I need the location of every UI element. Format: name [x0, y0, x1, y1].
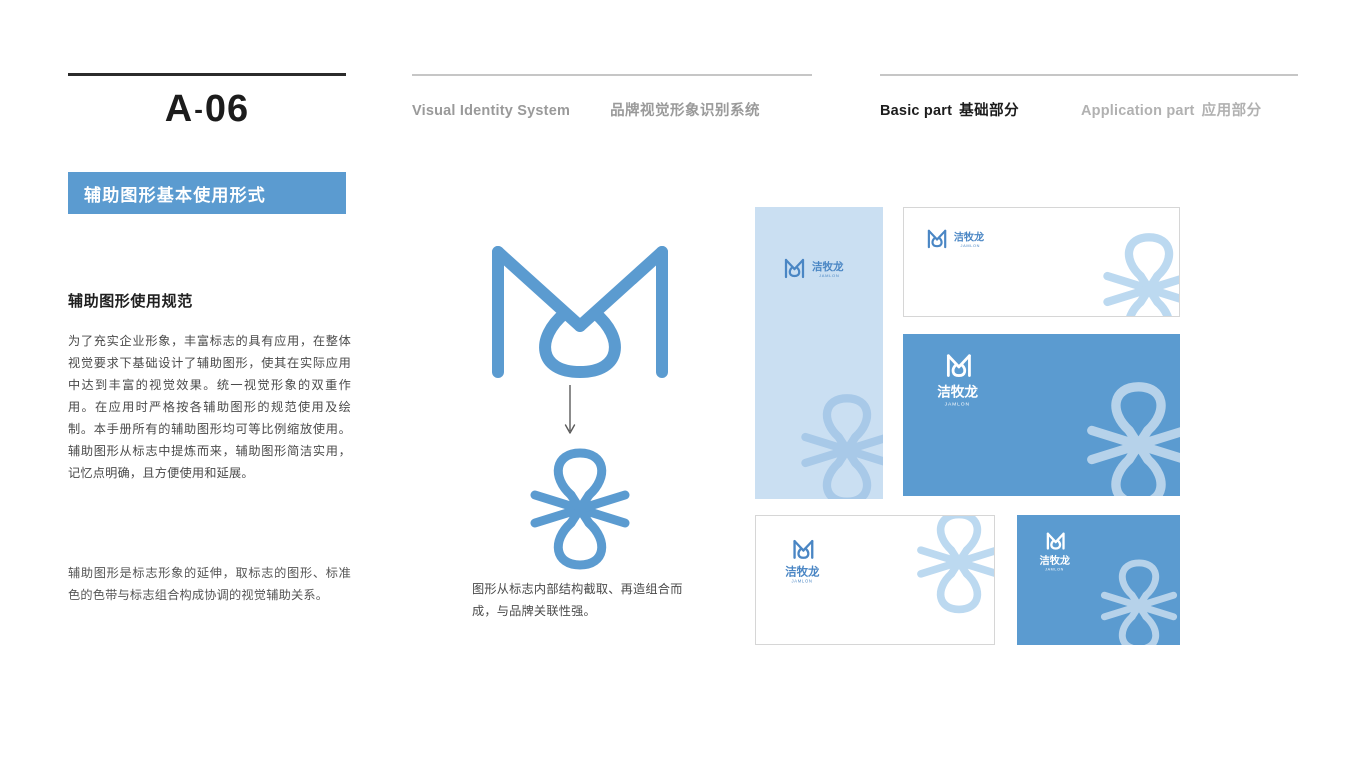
- page-code-number: 06: [204, 88, 250, 130]
- logo-lockup-horizontal: 洁牧龙 JAMLON: [926, 226, 998, 251]
- nav-label-cn: 应用部分: [1201, 103, 1262, 119]
- page-code-dash: -: [194, 94, 204, 124]
- mockup-vertical-light-panel: 洁牧龙 JAMLON: [755, 207, 883, 499]
- mockup-envelope-white: 洁牧龙 JAMLON: [903, 207, 1180, 317]
- m-logo-mark-icon: [480, 230, 680, 380]
- page-code-rule: [68, 73, 346, 76]
- mockup-card-blue-small: 洁牧龙 JAMLON: [1017, 515, 1180, 645]
- mockup-card-white: 洁牧龙 JAMLON: [755, 515, 995, 645]
- nav-label-cn: 基础部分: [959, 103, 1020, 119]
- section-banner-title: 辅助图形基本使用形式: [84, 185, 266, 205]
- auxiliary-graphic-decor-icon: [1071, 376, 1180, 496]
- logo-lockup-stacked: 洁牧龙 JAMLON: [780, 538, 832, 590]
- mockup-panel-blue-large: 洁牧龙 JAMLON: [903, 334, 1180, 496]
- section-banner: 辅助图形基本使用形式: [68, 172, 346, 214]
- brand-name-cn: 洁牧龙: [954, 230, 984, 243]
- usage-spec-footer-note: 辅助图形是标志形象的延伸，取标志的图形、标准色的色带与标志组合构成协调的视觉辅助…: [68, 566, 351, 602]
- vi-guideline-page: A-06 Visual Identity System 品牌视觉形象识别系统 Ba…: [0, 0, 1366, 768]
- auxiliary-graphic-decor-icon: [787, 389, 883, 499]
- brand-name-en: JAMLON: [819, 273, 839, 278]
- nav-rule-right: [880, 74, 1298, 76]
- nav-label-cn: 品牌视觉形象识别系统: [610, 103, 761, 119]
- brand-name-en: JAMLON: [1045, 568, 1064, 572]
- page-code: A-06: [68, 88, 346, 131]
- usage-spec-title: 辅助图形使用规范: [68, 293, 193, 310]
- logo-lockup-stacked: 洁牧龙 JAMLON: [1035, 531, 1081, 577]
- auxiliary-graphic-icon: [515, 445, 645, 573]
- page-code-letter: A: [164, 88, 194, 130]
- brand-name-en: JAMLON: [961, 244, 981, 248]
- usage-spec-body: 为了充实企业形象，丰富标志的具有应用，在整体视觉要求下基础设计了辅助图形，使其在…: [68, 334, 351, 480]
- nav-item-basic-part[interactable]: Basic part 基础部分: [880, 99, 1019, 120]
- derivation-diagram: 图形从标志内部结构截取、再造组合而成，与品牌关联性强。: [455, 230, 705, 650]
- nav-label-en: Visual Identity System: [412, 103, 571, 119]
- brand-name-en: JAMLON: [945, 401, 970, 407]
- nav-item-application-part[interactable]: Application part 应用部分: [1081, 99, 1262, 120]
- nav-item-visual-identity-system[interactable]: Visual Identity System 品牌视觉形象识别系统: [412, 99, 760, 120]
- application-mockup-grid: 洁牧龙 JAMLON 洁牧龙 JAMLON 洁牧龙 JAMLON 洁牧龙 JAM…: [755, 207, 1205, 647]
- brand-name-cn: 洁牧龙: [1040, 554, 1070, 567]
- derivation-caption: 图形从标志内部结构截取、再造组合而成，与品牌关联性强。: [472, 582, 683, 618]
- auxiliary-graphic-decor-icon: [1089, 555, 1180, 645]
- brand-name-en: JAMLON: [791, 579, 812, 584]
- nav-label-en: Basic part: [880, 103, 953, 119]
- logo-lockup-horizontal: 洁牧龙 JAMLON: [783, 255, 858, 281]
- logo-lockup-stacked: 洁牧龙 JAMLON: [931, 352, 993, 414]
- brand-name-cn: 洁牧龙: [937, 384, 978, 400]
- derivation-arrow-icon: [560, 385, 580, 437]
- nav-label-en: Application part: [1081, 103, 1195, 119]
- auxiliary-graphic-decor-icon: [1089, 228, 1179, 316]
- brand-name-cn: 洁牧龙: [812, 260, 844, 273]
- auxiliary-graphic-decor-icon: [904, 516, 994, 618]
- nav-rule-left: [412, 74, 812, 76]
- brand-name-cn: 洁牧龙: [785, 564, 820, 578]
